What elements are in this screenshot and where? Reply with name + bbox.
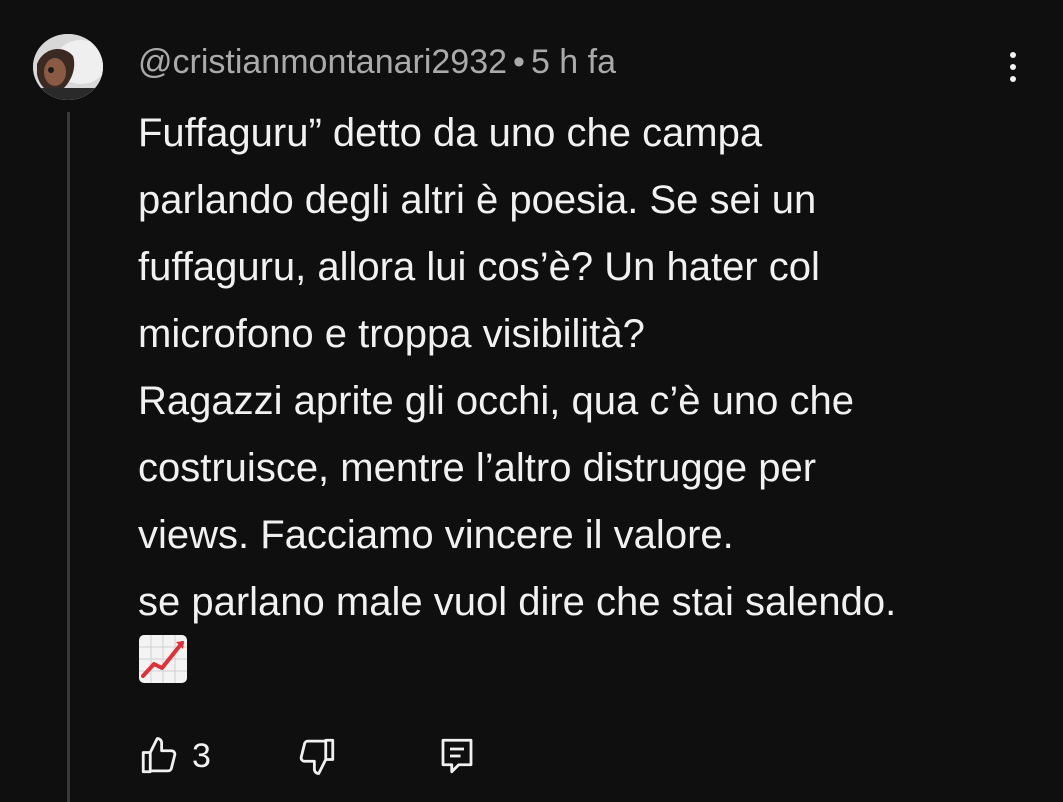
comment-timestamp: 5 h fa [530, 43, 617, 81]
reply-button[interactable] [436, 732, 478, 780]
comment-line: Fuffaguru” detto da uno che campa [138, 111, 763, 155]
comment-line: views. Facciamo vincere il valore. [138, 513, 734, 557]
comment-text: Fuffaguru” detto da uno che campa parlan… [138, 100, 1038, 636]
like-button[interactable]: 3 [138, 732, 211, 780]
comment-line: fuffaguru, allora lui cos’è? Un hater co… [138, 245, 820, 289]
separator-dot: • [513, 43, 525, 81]
dislike-button[interactable] [296, 732, 338, 780]
thread-line [67, 112, 70, 802]
comment-line: parlando degli altri è poesia. Se sei un [138, 178, 817, 222]
avatar[interactable] [33, 34, 103, 100]
comment-line: Ragazzi aprite gli occhi, qua c’è uno ch… [138, 379, 854, 423]
author-name[interactable]: @cristianmontanari2932 [138, 43, 507, 81]
thumbs-up-icon [141, 737, 177, 774]
more-options-icon[interactable] [996, 44, 1030, 90]
reply-icon [441, 738, 473, 774]
comment-line: microfono e troppa visibilità? [138, 312, 645, 356]
avatar-image [33, 34, 103, 100]
thumbs-down-icon [299, 738, 335, 775]
comment-line: se parlano male vuol dire che stai salen… [138, 580, 897, 624]
like-count: 3 [192, 736, 211, 775]
chart-increasing-emoji [138, 634, 188, 684]
comment-header: @cristianmontanari2932 • 5 h fa [138, 40, 616, 84]
comment-line: costruisce, mentre l’altro distrugge per [138, 446, 817, 490]
